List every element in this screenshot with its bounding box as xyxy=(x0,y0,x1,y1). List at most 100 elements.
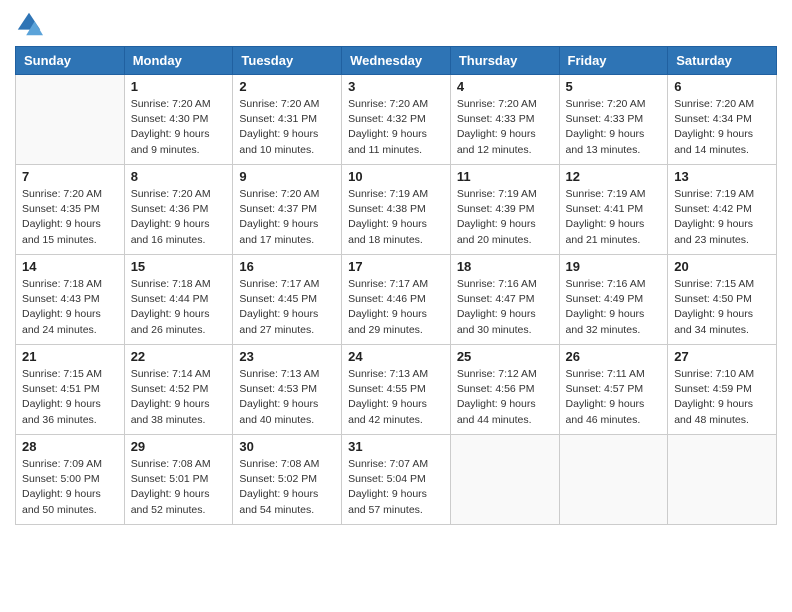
day-number: 14 xyxy=(22,259,118,274)
day-info: Sunrise: 7:08 AMSunset: 5:02 PMDaylight:… xyxy=(239,457,335,518)
day-info: Sunrise: 7:14 AMSunset: 4:52 PMDaylight:… xyxy=(131,367,227,428)
day-info: Sunrise: 7:18 AMSunset: 4:43 PMDaylight:… xyxy=(22,277,118,338)
day-info: Sunrise: 7:16 AMSunset: 4:49 PMDaylight:… xyxy=(566,277,662,338)
day-info: Sunrise: 7:09 AMSunset: 5:00 PMDaylight:… xyxy=(22,457,118,518)
calendar-cell: 15 Sunrise: 7:18 AMSunset: 4:44 PMDayligh… xyxy=(124,255,233,345)
day-number: 23 xyxy=(239,349,335,364)
day-number: 2 xyxy=(239,79,335,94)
day-info: Sunrise: 7:10 AMSunset: 4:59 PMDaylight:… xyxy=(674,367,770,428)
day-info: Sunrise: 7:20 AMSunset: 4:31 PMDaylight:… xyxy=(239,97,335,158)
calendar-cell xyxy=(16,75,125,165)
day-number: 6 xyxy=(674,79,770,94)
header-monday: Monday xyxy=(124,47,233,75)
day-info: Sunrise: 7:19 AMSunset: 4:41 PMDaylight:… xyxy=(566,187,662,248)
header-wednesday: Wednesday xyxy=(342,47,451,75)
day-info: Sunrise: 7:20 AMSunset: 4:35 PMDaylight:… xyxy=(22,187,118,248)
calendar-cell: 7 Sunrise: 7:20 AMSunset: 4:35 PMDaylight… xyxy=(16,165,125,255)
header-friday: Friday xyxy=(559,47,668,75)
calendar-cell: 17 Sunrise: 7:17 AMSunset: 4:46 PMDayligh… xyxy=(342,255,451,345)
day-number: 27 xyxy=(674,349,770,364)
day-info: Sunrise: 7:17 AMSunset: 4:45 PMDaylight:… xyxy=(239,277,335,338)
calendar-cell: 10Sunrise: 7:19 AMSunset: 4:38 PMDayligh… xyxy=(342,165,451,255)
day-info: Sunrise: 7:12 AMSunset: 4:56 PMDaylight:… xyxy=(457,367,553,428)
calendar-cell: 27 Sunrise: 7:10 AMSunset: 4:59 PMDayligh… xyxy=(668,345,777,435)
day-number: 10 xyxy=(348,169,444,184)
day-number: 12 xyxy=(566,169,662,184)
day-number: 30 xyxy=(239,439,335,454)
week-row-4: 21 Sunrise: 7:15 AMSunset: 4:51 PMDayligh… xyxy=(16,345,777,435)
day-number: 28 xyxy=(22,439,118,454)
day-number: 24 xyxy=(348,349,444,364)
day-info: Sunrise: 7:11 AMSunset: 4:57 PMDaylight:… xyxy=(566,367,662,428)
day-number: 17 xyxy=(348,259,444,274)
day-number: 9 xyxy=(239,169,335,184)
week-row-3: 14 Sunrise: 7:18 AMSunset: 4:43 PMDayligh… xyxy=(16,255,777,345)
day-number: 13 xyxy=(674,169,770,184)
calendar-cell: 16 Sunrise: 7:17 AMSunset: 4:45 PMDayligh… xyxy=(233,255,342,345)
week-row-5: 28 Sunrise: 7:09 AMSunset: 5:00 PMDayligh… xyxy=(16,435,777,525)
calendar-cell: 14 Sunrise: 7:18 AMSunset: 4:43 PMDayligh… xyxy=(16,255,125,345)
calendar-cell xyxy=(559,435,668,525)
day-info: Sunrise: 7:18 AMSunset: 4:44 PMDaylight:… xyxy=(131,277,227,338)
page-header xyxy=(15,10,777,38)
calendar-header-row: SundayMondayTuesdayWednesdayThursdayFrid… xyxy=(16,47,777,75)
header-thursday: Thursday xyxy=(450,47,559,75)
day-number: 15 xyxy=(131,259,227,274)
day-info: Sunrise: 7:19 AMSunset: 4:39 PMDaylight:… xyxy=(457,187,553,248)
calendar-cell: 3 Sunrise: 7:20 AMSunset: 4:32 PMDaylight… xyxy=(342,75,451,165)
calendar-cell: 21 Sunrise: 7:15 AMSunset: 4:51 PMDayligh… xyxy=(16,345,125,435)
calendar-cell: 5 Sunrise: 7:20 AMSunset: 4:33 PMDaylight… xyxy=(559,75,668,165)
day-number: 3 xyxy=(348,79,444,94)
calendar-cell: 12 Sunrise: 7:19 AMSunset: 4:41 PMDayligh… xyxy=(559,165,668,255)
calendar-cell: 30 Sunrise: 7:08 AMSunset: 5:02 PMDayligh… xyxy=(233,435,342,525)
day-info: Sunrise: 7:17 AMSunset: 4:46 PMDaylight:… xyxy=(348,277,444,338)
day-number: 31 xyxy=(348,439,444,454)
day-info: Sunrise: 7:20 AMSunset: 4:33 PMDaylight:… xyxy=(566,97,662,158)
calendar-cell: 6Sunrise: 7:20 AMSunset: 4:34 PMDaylight… xyxy=(668,75,777,165)
calendar-cell: 22 Sunrise: 7:14 AMSunset: 4:52 PMDayligh… xyxy=(124,345,233,435)
day-number: 21 xyxy=(22,349,118,364)
calendar-cell: 9 Sunrise: 7:20 AMSunset: 4:37 PMDaylight… xyxy=(233,165,342,255)
day-number: 7 xyxy=(22,169,118,184)
day-number: 11 xyxy=(457,169,553,184)
calendar-cell: 8 Sunrise: 7:20 AMSunset: 4:36 PMDaylight… xyxy=(124,165,233,255)
day-number: 1 xyxy=(131,79,227,94)
calendar-cell: 26 Sunrise: 7:11 AMSunset: 4:57 PMDayligh… xyxy=(559,345,668,435)
calendar-cell: 24 Sunrise: 7:13 AMSunset: 4:55 PMDayligh… xyxy=(342,345,451,435)
calendar-cell: 4 Sunrise: 7:20 AMSunset: 4:33 PMDaylight… xyxy=(450,75,559,165)
day-info: Sunrise: 7:20 AMSunset: 4:32 PMDaylight:… xyxy=(348,97,444,158)
day-info: Sunrise: 7:20 AMSunset: 4:36 PMDaylight:… xyxy=(131,187,227,248)
day-info: Sunrise: 7:20 AMSunset: 4:30 PMDaylight:… xyxy=(131,97,227,158)
day-number: 8 xyxy=(131,169,227,184)
day-info: Sunrise: 7:15 AMSunset: 4:50 PMDaylight:… xyxy=(674,277,770,338)
calendar-cell: 25 Sunrise: 7:12 AMSunset: 4:56 PMDayligh… xyxy=(450,345,559,435)
header-sunday: Sunday xyxy=(16,47,125,75)
calendar-cell: 20 Sunrise: 7:15 AMSunset: 4:50 PMDayligh… xyxy=(668,255,777,345)
calendar-table: SundayMondayTuesdayWednesdayThursdayFrid… xyxy=(15,46,777,525)
day-number: 29 xyxy=(131,439,227,454)
calendar-cell: 2 Sunrise: 7:20 AMSunset: 4:31 PMDaylight… xyxy=(233,75,342,165)
day-info: Sunrise: 7:20 AMSunset: 4:33 PMDaylight:… xyxy=(457,97,553,158)
header-tuesday: Tuesday xyxy=(233,47,342,75)
day-number: 19 xyxy=(566,259,662,274)
calendar-cell: 11 Sunrise: 7:19 AMSunset: 4:39 PMDayligh… xyxy=(450,165,559,255)
calendar-cell: 19 Sunrise: 7:16 AMSunset: 4:49 PMDayligh… xyxy=(559,255,668,345)
day-number: 4 xyxy=(457,79,553,94)
day-number: 22 xyxy=(131,349,227,364)
day-number: 25 xyxy=(457,349,553,364)
day-number: 5 xyxy=(566,79,662,94)
day-info: Sunrise: 7:13 AMSunset: 4:55 PMDaylight:… xyxy=(348,367,444,428)
day-info: Sunrise: 7:16 AMSunset: 4:47 PMDaylight:… xyxy=(457,277,553,338)
calendar-cell: 18Sunrise: 7:16 AMSunset: 4:47 PMDayligh… xyxy=(450,255,559,345)
header-saturday: Saturday xyxy=(668,47,777,75)
week-row-2: 7 Sunrise: 7:20 AMSunset: 4:35 PMDaylight… xyxy=(16,165,777,255)
day-info: Sunrise: 7:20 AMSunset: 4:37 PMDaylight:… xyxy=(239,187,335,248)
day-info: Sunrise: 7:15 AMSunset: 4:51 PMDaylight:… xyxy=(22,367,118,428)
day-number: 20 xyxy=(674,259,770,274)
logo xyxy=(15,10,47,38)
day-info: Sunrise: 7:07 AMSunset: 5:04 PMDaylight:… xyxy=(348,457,444,518)
day-number: 16 xyxy=(239,259,335,274)
calendar-cell xyxy=(668,435,777,525)
logo-icon xyxy=(15,10,43,38)
day-number: 26 xyxy=(566,349,662,364)
